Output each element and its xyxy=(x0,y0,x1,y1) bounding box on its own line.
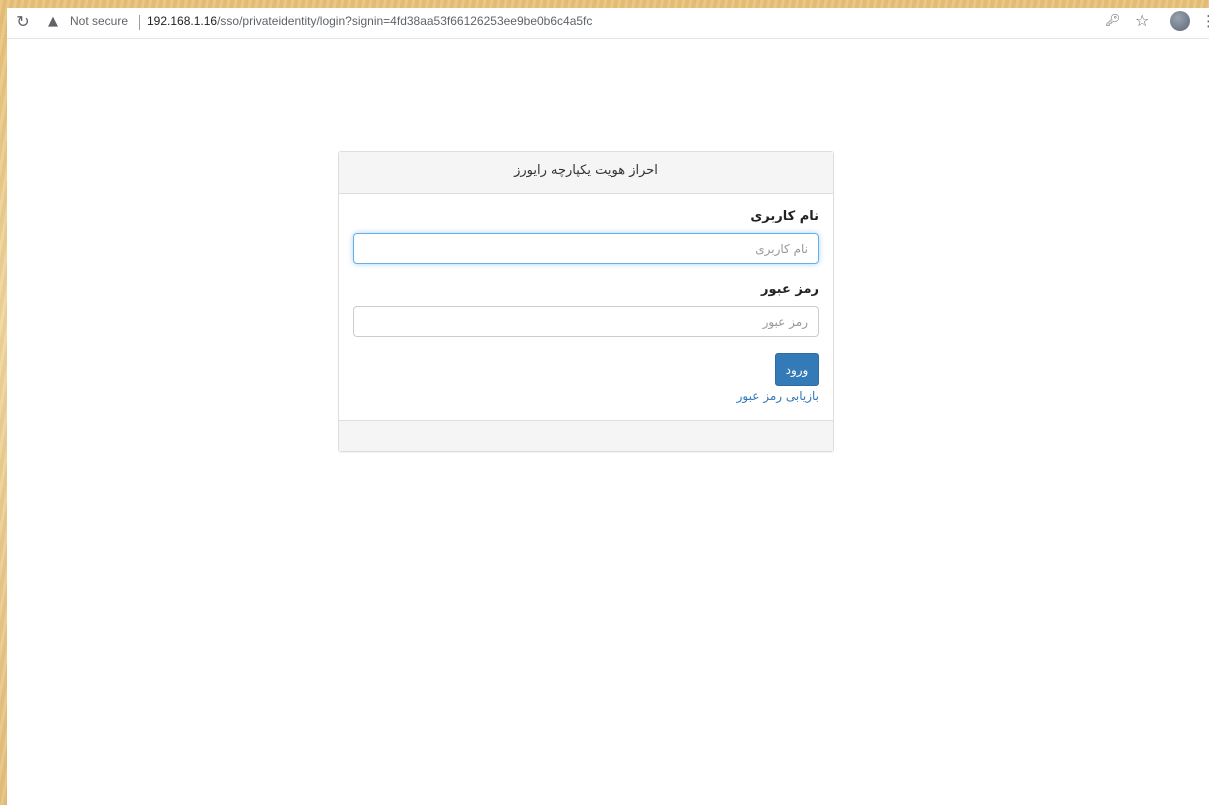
menu-icon[interactable]: ⋮ xyxy=(1201,12,1209,30)
reload-icon[interactable]: ↻ xyxy=(13,12,33,32)
panel-header: احراز هویت یکپارچه رایورز xyxy=(339,152,833,194)
username-label: نام کاربری xyxy=(750,209,819,224)
username-input[interactable] xyxy=(353,233,819,264)
browser-window: ↻ ▲ Not secure 192.168.1.16/sso/privatei… xyxy=(7,8,1209,805)
warning-icon[interactable]: ▲ xyxy=(45,13,61,31)
url-text[interactable]: 192.168.1.16/sso/privateidentity/login?s… xyxy=(147,14,592,28)
address-bar[interactable]: ↻ ▲ Not secure 192.168.1.16/sso/privatei… xyxy=(7,8,1209,39)
login-panel: احراز هویت یکپارچه رایورز نام کاربری رمز… xyxy=(338,151,834,452)
url-host: 192.168.1.16 xyxy=(147,14,218,28)
forgot-password-link[interactable]: بازیابی رمز عبور xyxy=(737,389,819,403)
profile-avatar[interactable] xyxy=(1170,11,1190,31)
password-input[interactable] xyxy=(353,306,819,337)
key-icon[interactable]: 🔑︎ xyxy=(1105,13,1120,27)
password-label: رمز عبور xyxy=(761,282,819,297)
login-button[interactable]: ورود xyxy=(775,353,819,386)
star-icon[interactable]: ☆ xyxy=(1135,11,1149,30)
url-path: /sso/privateidentity/login?signin=4fd38a… xyxy=(217,14,593,28)
security-status[interactable]: Not secure xyxy=(70,14,128,28)
panel-footer xyxy=(339,420,833,451)
divider xyxy=(139,15,140,30)
panel-title: احراز هویت یکپارچه رایورز xyxy=(514,163,658,178)
